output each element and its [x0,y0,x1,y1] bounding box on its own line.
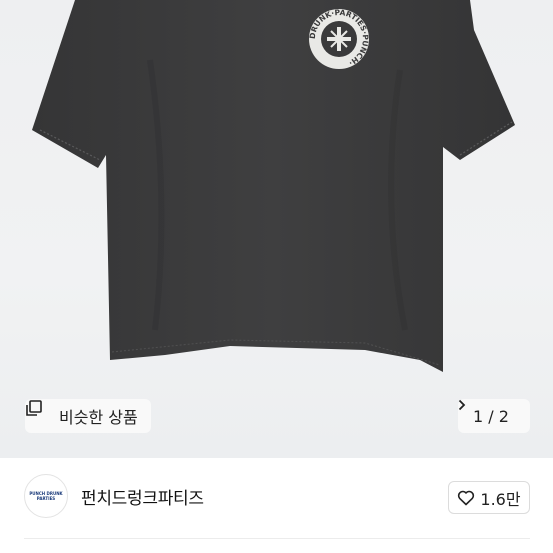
divider [24,538,530,539]
seller-name[interactable]: 펀치드렁크파티즈 [81,484,204,509]
pager-text: 1 / 2 [473,406,509,426]
similar-items-icon [26,400,53,425]
image-pager[interactable]: 1 / 2 [458,399,530,433]
product-image-carousel[interactable]: DRUNK·PARTIES·PUNCH· 비슷한 상품 1 / 2 [0,0,553,458]
tshirt-image: DRUNK·PARTIES·PUNCH· [32,0,515,372]
like-button[interactable]: 1.6만 [448,481,530,514]
similar-items-button[interactable]: 비슷한 상품 [25,399,151,433]
avatar-logo-text: PUNCH DRUNK PARTIES [29,491,63,501]
heart-outline-icon [457,490,475,506]
seller-avatar[interactable]: PUNCH DRUNK PARTIES [24,474,68,518]
similar-items-label: 비슷한 상품 [59,408,138,427]
like-count: 1.6만 [480,489,521,509]
